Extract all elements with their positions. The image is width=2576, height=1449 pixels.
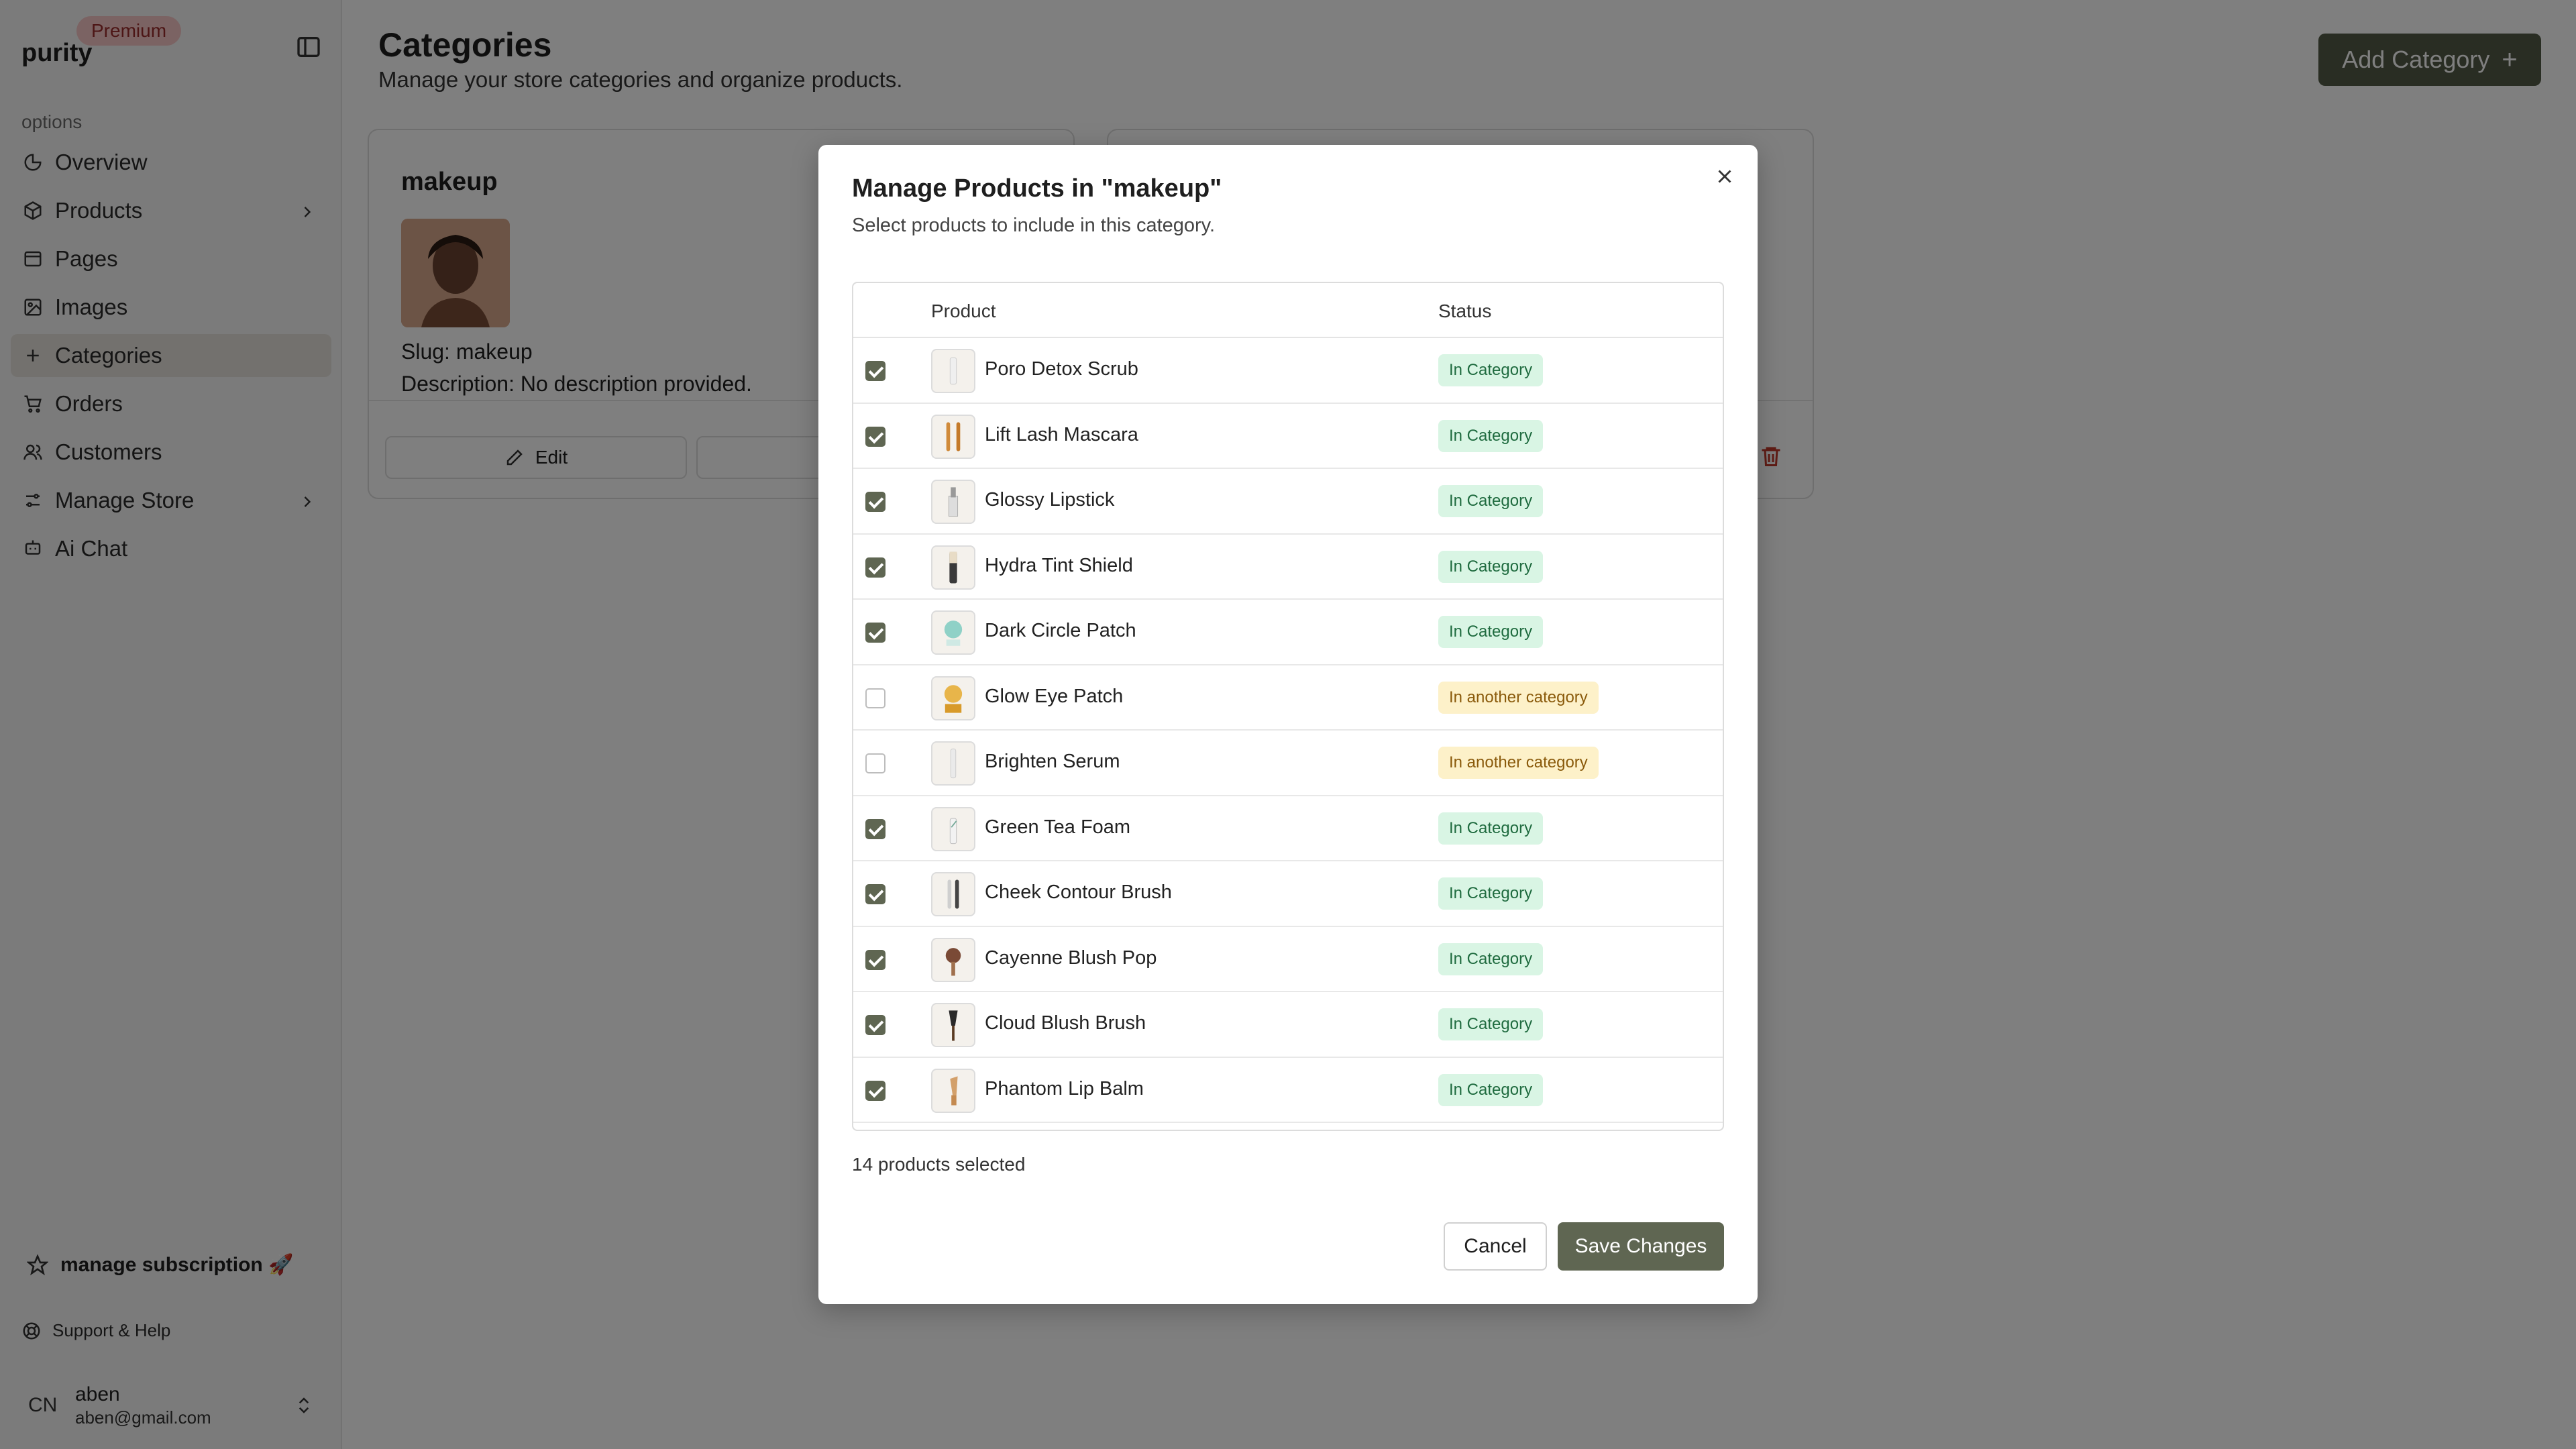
close-icon[interactable]	[1713, 165, 1736, 188]
product-thumbnail	[931, 1003, 975, 1047]
table-row[interactable]: Glow Eye Patch In another category	[853, 665, 1723, 731]
product-name: Dark Circle Patch	[985, 620, 1136, 641]
table-row[interactable]: Cayenne Blush Pop In Category	[853, 927, 1723, 992]
product-name: Lift Lash Mascara	[985, 423, 1138, 445]
product-name: Phantom Lip Balm	[985, 1077, 1144, 1099]
row-checkbox[interactable]	[865, 753, 885, 773]
table-row[interactable]: Glossy Lipstick In Category	[853, 469, 1723, 535]
product-name: Glossy Lipstick	[985, 489, 1115, 511]
table-row[interactable]: Hydra Tint Shield In Category	[853, 535, 1723, 600]
product-name: Glow Eye Patch	[985, 685, 1124, 707]
table-row[interactable]: Lift Lash Mascara In Category	[853, 404, 1723, 469]
status-badge: In Category	[1438, 943, 1544, 975]
row-checkbox[interactable]	[865, 1080, 885, 1101]
product-thumbnail	[931, 937, 975, 982]
status-badge: In Category	[1438, 550, 1544, 583]
product-name: Green Tea Foam	[985, 816, 1131, 838]
product-thumbnail	[931, 676, 975, 720]
row-checkbox[interactable]	[865, 623, 885, 643]
row-checkbox[interactable]	[865, 1015, 885, 1035]
table-row[interactable]: Brighten Serum In another category	[853, 731, 1723, 796]
column-header-product: Product	[931, 301, 996, 321]
table-row[interactable]: Cheek Contour Brush In Category	[853, 861, 1723, 927]
row-checkbox[interactable]	[865, 949, 885, 970]
product-name: Brighten Serum	[985, 751, 1120, 772]
product-name: Hydra Tint Shield	[985, 554, 1133, 576]
selected-count: 14 products selected	[852, 1154, 1026, 1175]
table-body: Poro Detox Scrub In Category Lift Lash Mas…	[853, 338, 1723, 1123]
product-thumbnail	[931, 414, 975, 459]
status-badge: In Category	[1438, 616, 1544, 648]
product-thumbnail	[931, 545, 975, 590]
status-badge: In Category	[1438, 812, 1544, 845]
product-thumbnail	[931, 480, 975, 524]
status-badge: In Category	[1438, 1073, 1544, 1106]
product-thumbnail	[931, 610, 975, 655]
product-name: Poro Detox Scrub	[985, 358, 1138, 380]
dialog-title: Manage Products in "makeup"	[852, 174, 1222, 203]
row-checkbox[interactable]	[865, 884, 885, 904]
table-header: Product Status	[853, 283, 1723, 338]
row-checkbox[interactable]	[865, 688, 885, 708]
product-thumbnail	[931, 806, 975, 851]
product-name: Cayenne Blush Pop	[985, 947, 1157, 969]
status-badge: In another category	[1438, 681, 1599, 714]
table-row[interactable]: Cloud Blush Brush In Category	[853, 992, 1723, 1058]
status-badge: In another category	[1438, 747, 1599, 779]
product-thumbnail	[931, 349, 975, 393]
status-badge: In Category	[1438, 419, 1544, 452]
product-thumbnail	[931, 741, 975, 786]
status-badge: In Category	[1438, 485, 1544, 517]
status-badge: In Category	[1438, 354, 1544, 386]
row-checkbox[interactable]	[865, 557, 885, 578]
column-header-status: Status	[1438, 301, 1492, 321]
dialog-subtitle: Select products to include in this categ…	[852, 215, 1216, 236]
manage-products-dialog: Manage Products in "makeup" Select produ…	[818, 145, 1758, 1304]
table-row[interactable]: Dark Circle Patch In Category	[853, 600, 1723, 665]
table-row[interactable]: Phantom Lip Balm In Category	[853, 1058, 1723, 1123]
product-thumbnail	[931, 1068, 975, 1113]
save-changes-button[interactable]: Save Changes	[1558, 1222, 1724, 1271]
product-name: Cloud Blush Brush	[985, 1012, 1146, 1034]
product-thumbnail	[931, 872, 975, 916]
product-name: Cheek Contour Brush	[985, 881, 1172, 903]
table-row[interactable]: Green Tea Foam In Category	[853, 796, 1723, 861]
row-checkbox[interactable]	[865, 492, 885, 512]
products-table: Product Status Poro Detox Scrub In Catego…	[852, 282, 1724, 1131]
cancel-button[interactable]: Cancel	[1444, 1222, 1547, 1271]
row-checkbox[interactable]	[865, 361, 885, 381]
status-badge: In Category	[1438, 1008, 1544, 1040]
row-checkbox[interactable]	[865, 426, 885, 447]
table-row[interactable]: Poro Detox Scrub In Category	[853, 338, 1723, 404]
row-checkbox[interactable]	[865, 818, 885, 839]
status-badge: In Category	[1438, 877, 1544, 910]
